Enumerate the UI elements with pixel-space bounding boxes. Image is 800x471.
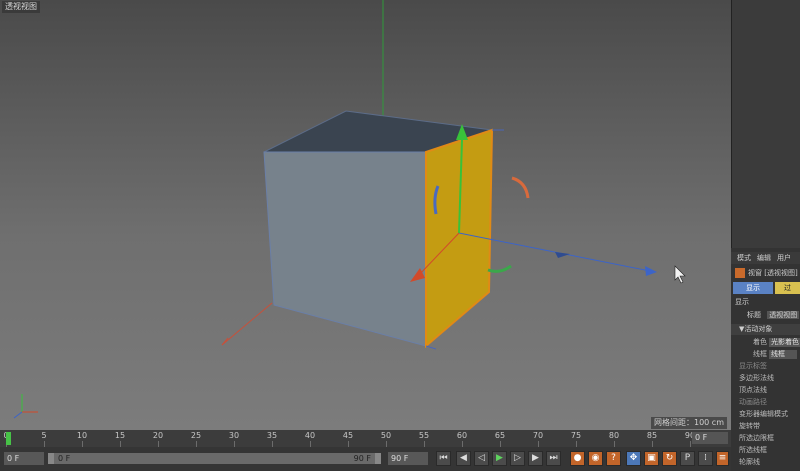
record-keys-icon[interactable]: ● xyxy=(570,451,585,466)
viewport-object-icon xyxy=(735,268,745,278)
pla-key-icon[interactable]: ⁞ xyxy=(698,451,713,466)
shading-label: 着色 xyxy=(753,338,767,346)
timeline-playhead[interactable] xyxy=(6,432,11,445)
step-forward-button[interactable]: ▷ xyxy=(510,451,525,466)
world-z-axis-line xyxy=(221,302,273,346)
object-manager-area[interactable] xyxy=(731,0,800,248)
timeline-tick-label: 20 xyxy=(152,431,164,440)
subtab-row: 标题 透视视图 xyxy=(731,310,800,321)
vertex-normals-label: 顶点法线 xyxy=(739,386,767,394)
viewport-title: 透视视图 xyxy=(2,1,40,13)
row-selected-bbox[interactable]: 所选边限框 xyxy=(731,433,800,444)
position-key-icon[interactable]: ✥ xyxy=(626,451,641,466)
menu-mode[interactable]: 模式 xyxy=(737,254,751,262)
wire-dropdown[interactable]: 线框 xyxy=(769,350,797,359)
scale-key-icon[interactable]: ▣ xyxy=(644,451,659,466)
timeline-tick-label: 35 xyxy=(266,431,278,440)
menu-edit[interactable]: 编辑 xyxy=(757,254,771,262)
row-vertex-normals[interactable]: 顶点法线 xyxy=(731,385,800,396)
row-shading: 着色 光影着色 xyxy=(731,337,800,348)
parameter-key-icon[interactable]: P xyxy=(680,451,695,466)
timeline-tick-label: 40 xyxy=(304,431,316,440)
selected-wire-label: 所选线框 xyxy=(739,446,767,454)
timeline-tick-label: 75 xyxy=(570,431,582,440)
timeline-tick-label: 55 xyxy=(418,431,430,440)
perspective-viewport[interactable]: 透视视图 网格间距：100 cm xyxy=(0,0,731,430)
menu-user[interactable]: 用户 xyxy=(777,254,791,262)
step-back-button[interactable]: ◁ xyxy=(474,451,489,466)
range-max-label: 90 F xyxy=(353,454,371,463)
show-tags-label: 显示标签 xyxy=(739,362,767,370)
section-display-heading: 显示 xyxy=(735,298,749,306)
timeline-tick-label: 85 xyxy=(646,431,658,440)
autokey-icon[interactable]: ◉ xyxy=(588,451,603,466)
timeline-window-icon[interactable]: ≡ xyxy=(716,451,729,466)
axis-indicator-z xyxy=(13,411,23,419)
transport-bar: 0 F 0 F 90 F 90 F ⏮ ◀ ◁ ▶ ▷ ▶ ⏭ ● ◉ ? ✥ … xyxy=(0,447,731,471)
timeline-tick-label: 80 xyxy=(608,431,620,440)
gizmo-x-arrow[interactable] xyxy=(645,266,657,276)
timeline-tick-label: 30 xyxy=(228,431,240,440)
tab-display[interactable]: 显示 xyxy=(733,282,773,294)
range-start-handle[interactable] xyxy=(48,453,54,464)
row-animation-path[interactable]: 动画路径 xyxy=(731,397,800,408)
row-deformer-edit[interactable]: 变形器编辑模式 xyxy=(731,409,800,420)
attribute-manager: 模式 编辑 用户 视窗 [透视视图] 显示 过 显示 标题 透视视图 ▼活动对象 着… xyxy=(731,0,800,471)
row-show-tags[interactable]: 显示标签 xyxy=(731,361,800,372)
timeline-tick-label: 10 xyxy=(76,431,88,440)
go-to-end-button[interactable]: ⏭ xyxy=(546,451,561,466)
current-frame-field[interactable]: 0 F xyxy=(692,432,728,444)
timeline-tick-label: 45 xyxy=(342,431,354,440)
group-active-object[interactable]: ▼活动对象 xyxy=(731,324,800,335)
timeline-tick-label: 25 xyxy=(190,431,202,440)
timeline-tick-label: 5 xyxy=(41,431,47,440)
grid-spacing-readout: 网格间距：100 cm xyxy=(650,417,727,429)
polygon-normals-label: 多边形法线 xyxy=(739,374,774,382)
timeline-tick-label: 50 xyxy=(380,431,392,440)
end-frame-field[interactable]: 90 F xyxy=(388,452,428,465)
scene-canvas[interactable] xyxy=(0,0,731,430)
timeline-tick-label: 60 xyxy=(456,431,468,440)
rotation-band-z[interactable] xyxy=(511,176,530,199)
subtab-perspective[interactable]: 透视视图 xyxy=(767,311,800,319)
start-frame-field[interactable]: 0 F xyxy=(4,452,44,465)
row-selected-wire[interactable]: 所选线框 xyxy=(731,445,800,456)
range-end-handle[interactable] xyxy=(375,453,381,464)
rotation-band-label: 旋转带 xyxy=(739,422,760,430)
subtab-title[interactable]: 标题 xyxy=(747,311,761,319)
object-title: 视窗 [透视视图] xyxy=(748,269,798,277)
timeline-tick-label: 70 xyxy=(532,431,544,440)
row-rotation-band[interactable]: 旋转带 xyxy=(731,421,800,432)
play-button[interactable]: ▶ xyxy=(492,451,507,466)
rotation-band-y[interactable] xyxy=(487,264,512,273)
keyframe-selection-icon[interactable]: ? xyxy=(606,451,621,466)
deformer-edit-label: 变形器编辑模式 xyxy=(739,410,788,418)
timeline-tick-label: 15 xyxy=(114,431,126,440)
attribute-tabs: 显示 过 xyxy=(731,282,800,294)
timeline[interactable]: 051015202530354045505560657075808590 xyxy=(0,430,731,447)
range-min-label: 0 F xyxy=(58,454,71,463)
object-title-row: 视窗 [透视视图] xyxy=(731,266,800,280)
rotation-key-icon[interactable]: ↻ xyxy=(662,451,677,466)
next-key-button[interactable]: ▶ xyxy=(528,451,543,466)
tab-filter[interactable]: 过 xyxy=(775,282,800,294)
row-wire: 线框 线框 xyxy=(731,349,800,360)
timeline-tick-label: 65 xyxy=(494,431,506,440)
animation-path-label: 动画路径 xyxy=(739,398,767,406)
previous-key-button[interactable]: ◀ xyxy=(456,451,471,466)
timeline-ruler[interactable]: 051015202530354045505560657075808590 xyxy=(3,430,695,447)
row-polygon-normals[interactable]: 多边形法线 xyxy=(731,373,800,384)
shading-dropdown[interactable]: 光影着色 xyxy=(769,338,800,347)
selected-bbox-label: 所选边限框 xyxy=(739,434,774,442)
go-to-start-button[interactable]: ⏮ xyxy=(436,451,451,466)
wire-label: 线框 xyxy=(753,350,767,358)
mouse-cursor-icon xyxy=(674,265,686,284)
outline-label: 轮廓线 xyxy=(739,458,760,466)
row-outline[interactable]: 轮廓线 xyxy=(731,457,800,468)
cube-front-face[interactable] xyxy=(263,151,427,347)
attribute-menu: 模式 编辑 用户 xyxy=(731,252,800,264)
frame-range-slider[interactable]: 0 F 90 F xyxy=(48,453,381,464)
